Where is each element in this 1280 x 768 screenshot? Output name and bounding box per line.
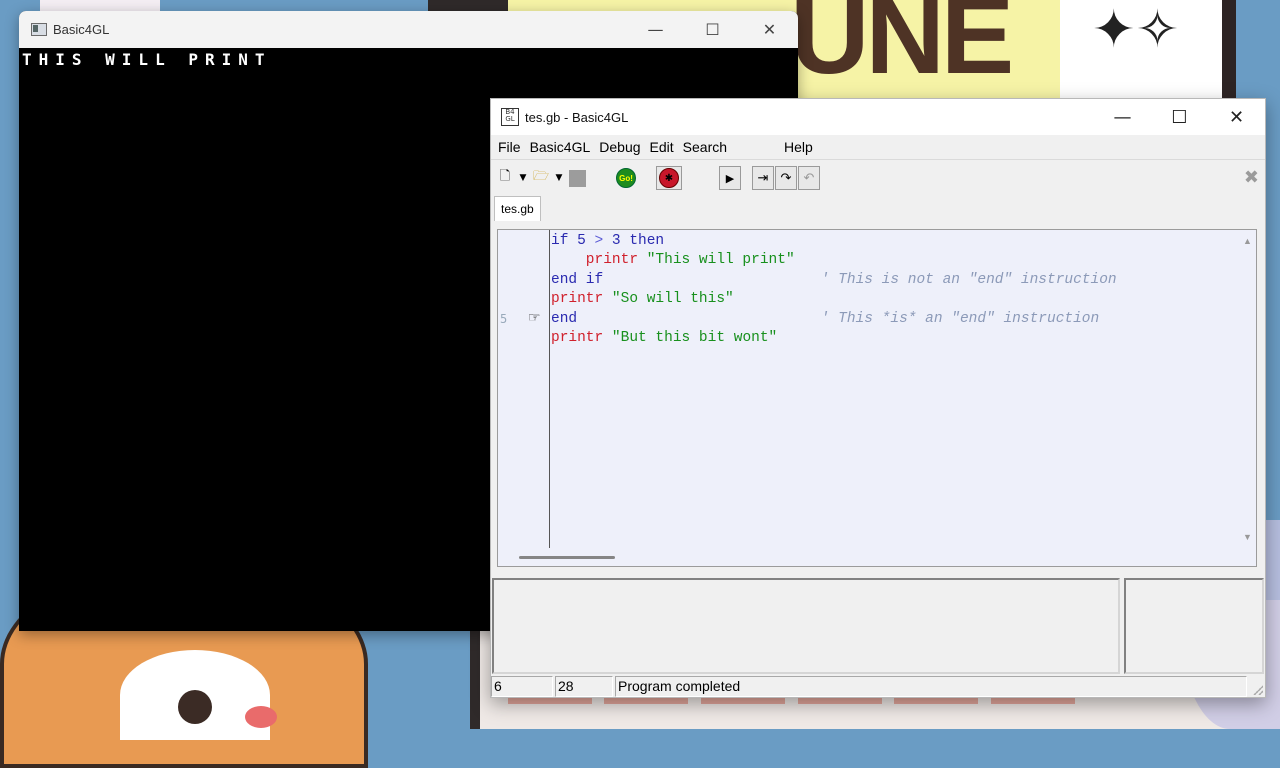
basic4gl-app-icon: B4 GL [501,108,519,126]
wallpaper-corgi [245,706,277,728]
resize-grip-icon[interactable] [1253,685,1263,695]
console-title: Basic4GL [53,22,110,37]
code-token: "But this bit wont" [611,329,778,346]
scroll-up-icon[interactable]: ▲ [1243,236,1252,246]
step-over-icon: ↷ [780,170,792,186]
line-number: 5 [500,312,508,326]
code-token: printr [551,252,647,269]
step-out-icon: ↶ [803,170,815,186]
code-line: end ' This *is* an "end" instruction [551,311,1117,330]
code-lines: if 5 > 3 then printr "This will print" en… [551,233,1117,349]
minimize-button[interactable]: — [1094,107,1151,128]
menu-edit[interactable]: Edit [643,139,674,155]
scroll-thumb[interactable] [519,556,615,559]
code-line: end if ' This is not an "end" instructio… [551,272,1117,291]
scroll-down-icon[interactable]: ▼ [1243,532,1252,542]
current-line-pointer-icon: ☞ [528,309,541,325]
status-message: Program completed [615,676,1247,697]
code-token: if [551,233,578,249]
menu-help[interactable]: Help [777,139,813,155]
open-folder-icon[interactable]: 🗁 [530,166,552,190]
code-token: ' This *is* an "end" instruction [820,310,1100,327]
console-output: THIS WILL PRINT [22,50,272,69]
watch-panel[interactable] [1124,578,1264,674]
new-document-icon[interactable]: 🗋 [494,166,516,190]
status-bar: 6 28 Program completed [491,676,1265,697]
tab-tes-gb[interactable]: tes.gb [494,196,541,221]
code-token: end if [551,271,604,288]
code-token: end [551,310,578,327]
wallpaper-art [1222,0,1236,100]
chevron-down-icon[interactable]: ▼ [553,166,565,190]
step-over-button[interactable]: ↷ [775,166,797,190]
code-token: "This will print" [646,252,795,269]
status-column: 28 [555,676,613,697]
chevron-down-icon[interactable]: ▼ [517,166,529,190]
minimize-button[interactable]: — [627,20,684,39]
app-icon [31,23,47,36]
wallpaper-art: UNE [790,0,1014,97]
menu-basic4gl[interactable]: Basic4GL [523,139,591,155]
go-icon: Go! [616,168,636,188]
play-icon: ▶ [725,171,735,185]
wallpaper-sparkle-icon: ✦✧ [1092,0,1180,60]
code-token: > [585,233,612,249]
menu-bar: File Basic4GL Debug Edit Search Help [491,135,1265,159]
code-token: printr [551,291,612,308]
code-token: "So will this" [611,291,734,308]
close-tab-icon[interactable]: ✖ [1244,167,1259,188]
menu-file[interactable]: File [491,139,521,155]
maximize-button[interactable]: ☐ [1151,107,1208,128]
editor-title: tes.gb - Basic4GL [525,109,629,125]
tab-strip: tes.gb [491,196,1265,222]
code-token: printr [551,329,612,346]
stop-button[interactable] [566,166,588,190]
step-into-icon: ⇥ [757,170,769,186]
stop-icon [568,169,586,187]
code-token: ' This is not an "end" instruction [820,271,1117,288]
code-line: printr "But this bit wont" [551,330,1117,349]
close-button[interactable]: ✕ [741,20,798,39]
wallpaper-corgi [178,690,212,724]
code-editor[interactable]: 5 ☞ if 5 > 3 then printr "This will prin… [497,229,1257,567]
code-token: 3 then [611,233,665,249]
code-line: printr "This will print" [551,252,1117,271]
step-into-button[interactable]: ⇥ [752,166,774,190]
horizontal-scrollbar[interactable] [498,548,1238,566]
status-line: 6 [491,676,553,697]
toolbar: 🗋 ▼ 🗁 ▼ Go! ✱ ▶ ⇥ ↷ ↶ ✖ [491,159,1265,196]
step-out-button[interactable]: ↶ [798,166,820,190]
editor-titlebar[interactable]: B4 GL tes.gb - Basic4GL — ☐ ✕ [491,99,1265,135]
code-line: printr "So will this" [551,291,1117,310]
vertical-scrollbar[interactable]: ▲ ▼ [1238,230,1256,548]
debug-mode-button[interactable]: ✱ [656,166,682,190]
run-button[interactable]: Go! [615,166,637,190]
debug-bug-icon: ✱ [659,168,679,188]
output-panel[interactable] [492,578,1120,674]
editor-window[interactable]: B4 GL tes.gb - Basic4GL — ☐ ✕ File Basic4… [490,98,1266,698]
console-titlebar[interactable]: Basic4GL — ☐ ✕ [19,11,798,48]
menu-search[interactable]: Search [676,139,727,155]
code-line: if 5 > 3 then [551,233,1117,252]
menu-debug[interactable]: Debug [592,139,640,155]
maximize-button[interactable]: ☐ [684,20,741,39]
code-token: 5 [577,233,586,249]
play-button[interactable]: ▶ [719,166,741,190]
line-gutter: 5 ☞ [498,230,550,548]
close-button[interactable]: ✕ [1208,107,1265,128]
